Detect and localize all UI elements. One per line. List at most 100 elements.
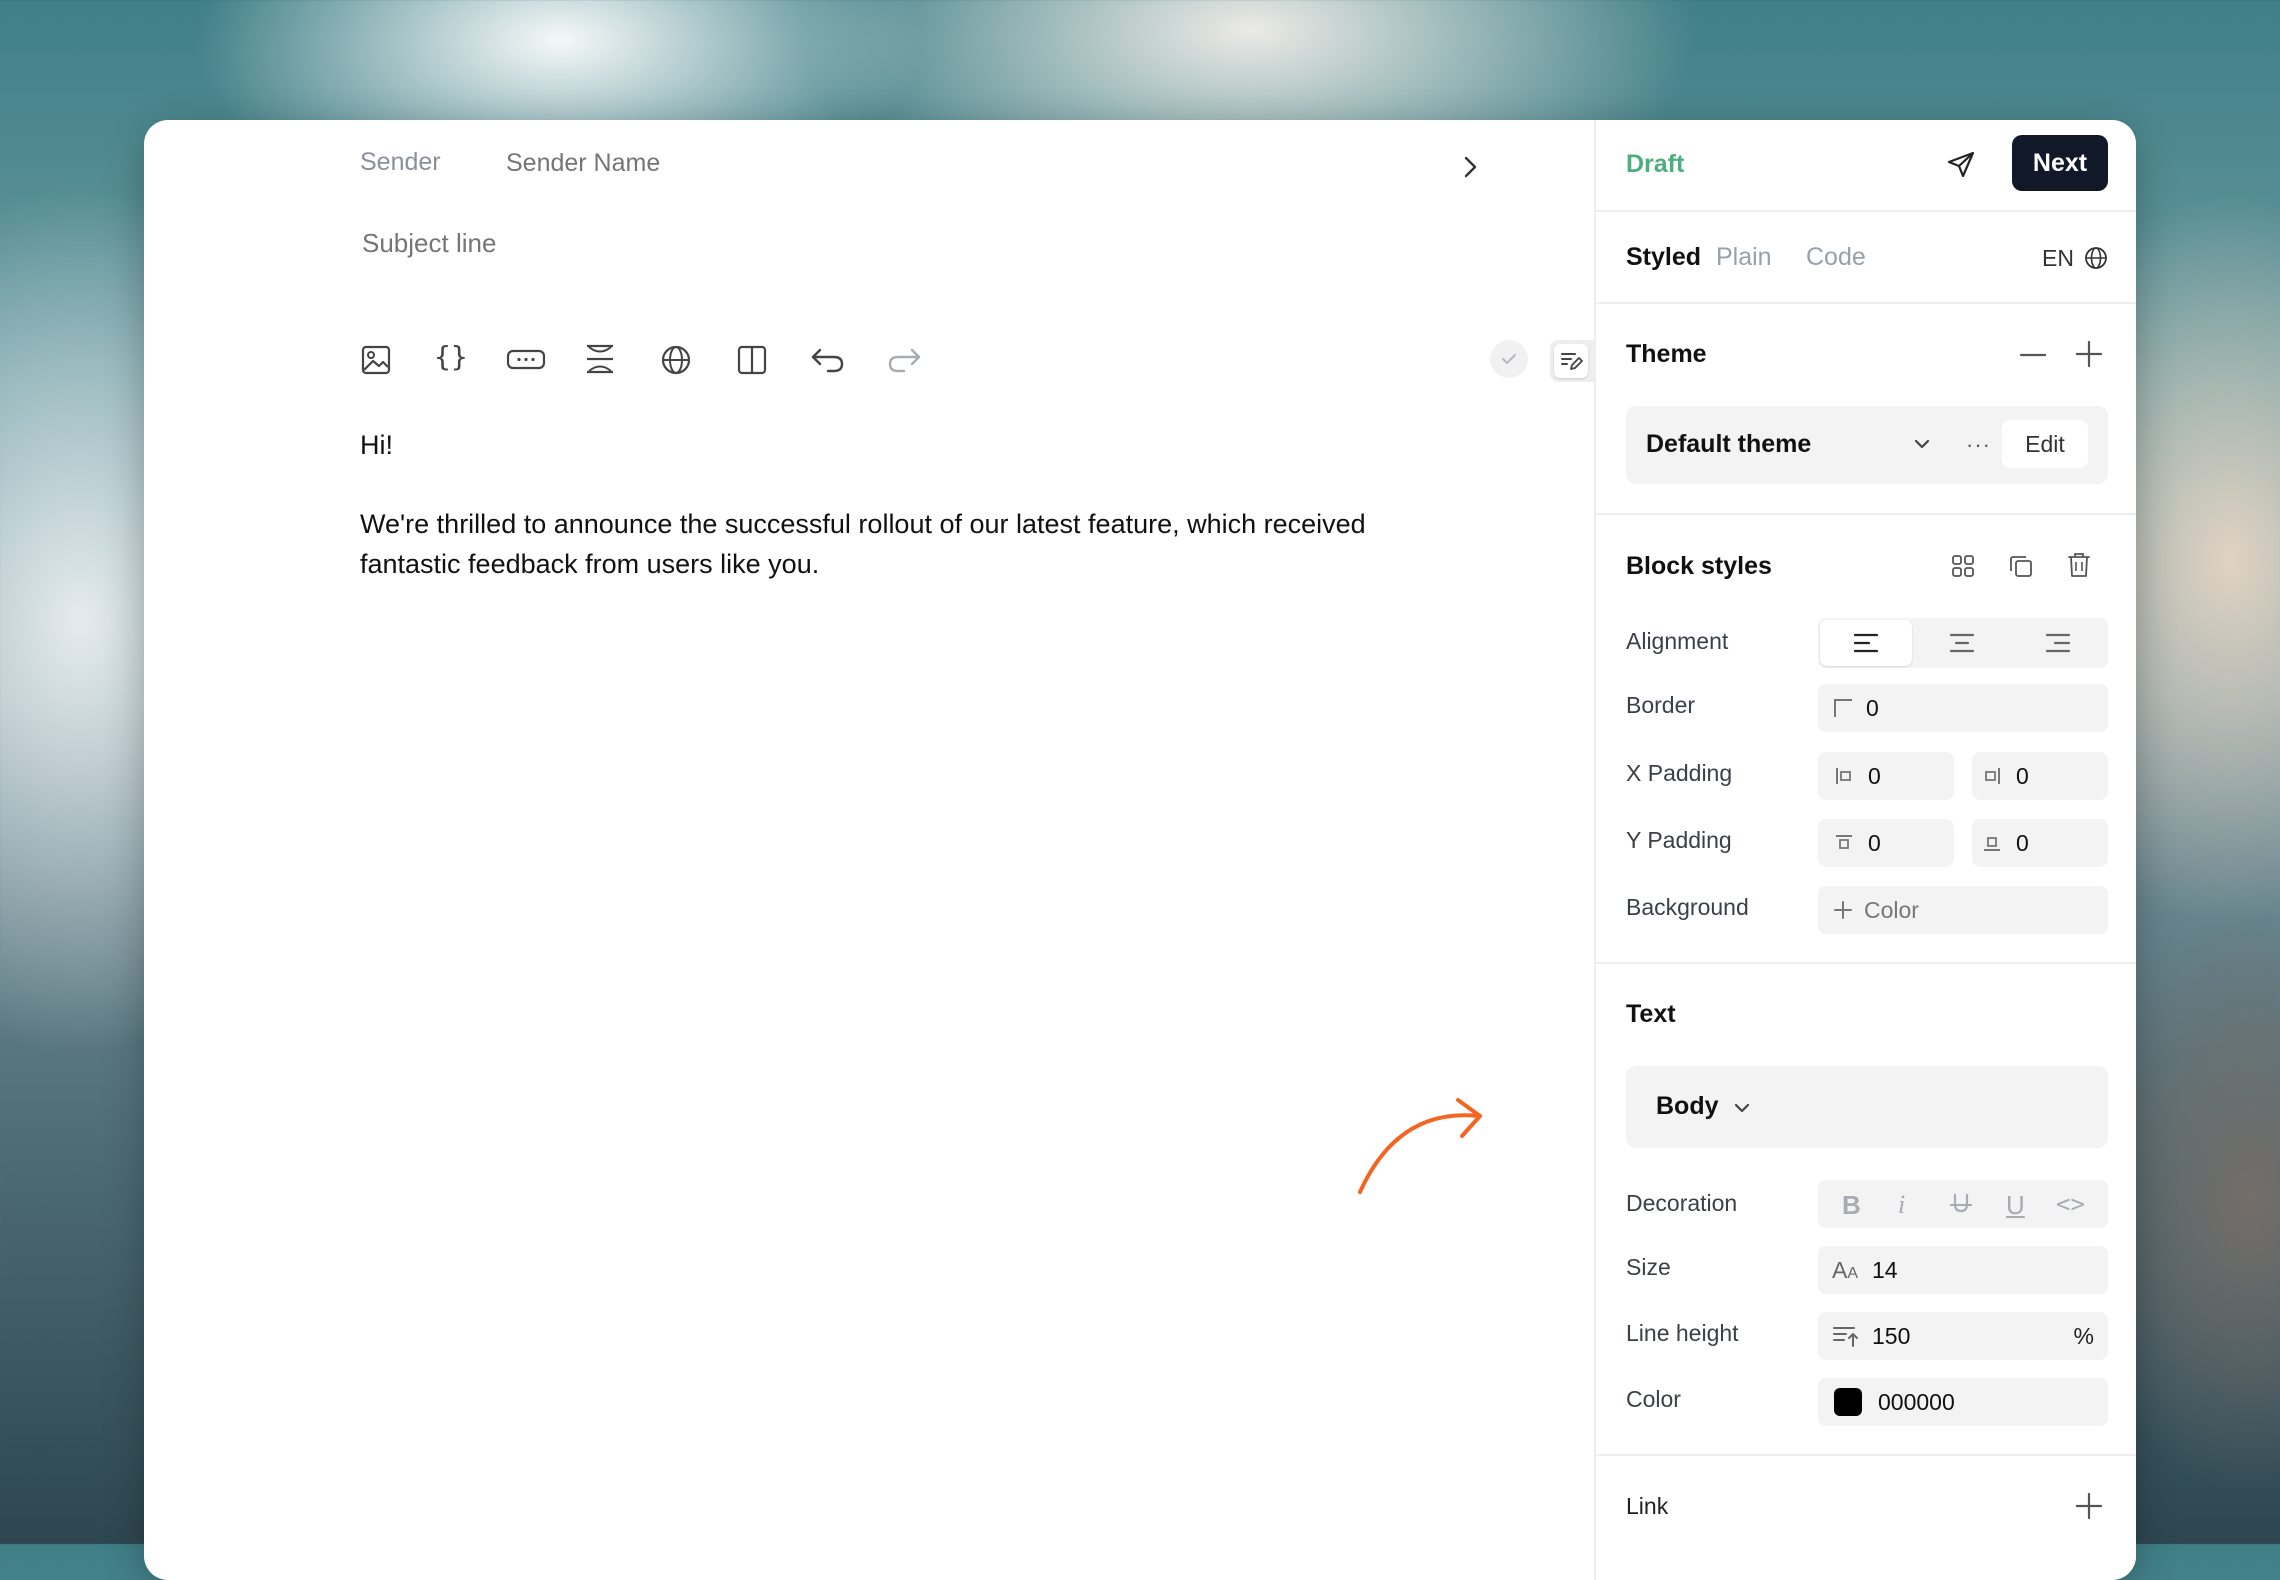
align-left-button[interactable] [1820,620,1912,666]
tab-plain[interactable]: Plain [1716,243,1772,272]
x-padding-label: X Padding [1626,760,1733,786]
border-value: 0 [1866,694,1879,721]
align-right-icon [2045,632,2071,654]
align-center-button[interactable] [1916,620,2008,666]
sender-name-input[interactable] [504,142,1068,184]
chevron-down-icon[interactable] [1914,438,1930,450]
plus-icon[interactable] [2076,1493,2102,1519]
chevron-right-icon[interactable] [1462,156,1480,178]
underline-button[interactable]: U [2006,1190,2025,1221]
draft-status: Draft [1626,150,1685,178]
next-button[interactable]: Next [2012,135,2108,191]
alignment-control [1818,618,2108,668]
background-label: Background [1626,894,1749,920]
color-label: Color [1626,1386,1681,1412]
divider-block-icon[interactable] [584,342,616,376]
y-padding-top-field[interactable]: 0 [1818,819,1954,867]
x-padding-right-value: 0 [2016,762,2029,789]
email-paragraph-line-1[interactable]: We're thrilled to announce the successfu… [360,504,1366,544]
divider [1596,302,2136,304]
background-color-field[interactable]: Color [1818,886,2108,934]
globe-icon[interactable] [2084,246,2108,270]
y-padding-top-value: 0 [1868,829,1881,856]
text-color-value: 000000 [1878,1388,1955,1415]
alignment-label: Alignment [1626,628,1729,654]
plus-icon [1834,901,1852,919]
size-value: 14 [1872,1256,1898,1283]
divider [1596,962,2136,964]
align-right-button[interactable] [2012,620,2104,666]
copy-icon[interactable] [2008,553,2034,579]
align-center-icon [1949,632,1975,654]
line-height-field[interactable]: 150 % [1818,1312,2108,1360]
tab-code[interactable]: Code [1806,243,1866,272]
subject-line-input[interactable] [360,220,1264,266]
theme-selected: Default theme [1646,430,1812,458]
strikethrough-icon[interactable] [1948,1192,1974,1218]
align-left-icon [1853,632,1879,654]
line-height-unit: % [2073,1322,2094,1349]
braces-icon[interactable]: {} [434,340,468,373]
line-height-value: 150 [1872,1322,1911,1349]
border-corner-icon [1834,699,1852,717]
tab-styled[interactable]: Styled [1626,243,1701,272]
grid-icon[interactable] [1950,553,1976,579]
image-icon[interactable] [360,344,392,376]
background-color-value: Color [1864,896,1919,923]
y-padding-bottom-field[interactable]: 0 [1972,819,2108,867]
size-label: Size [1626,1254,1671,1280]
sender-label: Sender [360,148,441,176]
decoration-label: Decoration [1626,1190,1738,1216]
check-status-icon [1490,340,1528,378]
border-field[interactable]: 0 [1818,684,2108,732]
italic-button[interactable]: i [1898,1190,1905,1220]
theme-selector[interactable]: Default theme ··· Edit [1626,406,2108,484]
font-size-icon: AA [1832,1256,1859,1283]
theme-edit-button[interactable]: Edit [2002,420,2088,468]
color-swatch[interactable] [1834,1388,1862,1416]
email-editor-window: Sender {} [144,120,2136,1580]
y-padding-bottom-value: 0 [2016,829,2029,856]
code-button[interactable]: <> [2056,1190,2085,1218]
minus-icon[interactable] [2020,353,2046,357]
redo-icon[interactable] [886,346,922,374]
size-field[interactable]: AA 14 [1818,1246,2108,1294]
editor-area: Sender {} [144,120,1626,1580]
text-style-selector[interactable]: Body [1626,1066,2108,1148]
x-padding-right-field[interactable]: 0 [1972,752,2108,800]
button-block-icon[interactable] [506,348,546,372]
columns-icon[interactable] [736,344,768,376]
pencil-lines-icon [1559,349,1583,373]
divider [1596,1454,2136,1456]
email-paragraph-line-2[interactable]: fantastic feedback from users like you. [360,544,819,584]
block-styles-title: Block styles [1626,552,1772,580]
bold-button[interactable]: B [1842,1190,1861,1221]
y-padding-label: Y Padding [1626,827,1732,853]
theme-title: Theme [1626,340,1707,368]
divider [1596,513,2136,515]
edit-mode-toggle-knob [1554,344,1588,378]
settings-panel: Draft Next Styled Plain Code EN Theme De… [1594,120,2136,1580]
orange-arrow-icon [1354,1090,1494,1200]
x-padding-left-field[interactable]: 0 [1818,752,1954,800]
padding-top-icon [1834,833,1854,853]
chevron-down-icon [1734,1102,1750,1114]
padding-bottom-icon [1982,833,2002,853]
email-greeting[interactable]: Hi! [360,425,393,465]
undo-icon[interactable] [810,346,846,374]
more-options-icon[interactable]: ··· [1966,432,1991,458]
link-title: Link [1626,1493,1669,1519]
text-title: Text [1626,1000,1676,1028]
line-height-label: Line height [1626,1320,1739,1346]
globe-icon[interactable] [660,344,692,376]
language-select[interactable]: EN [2042,245,2074,272]
text-color-field[interactable]: 000000 [1818,1378,2108,1426]
padding-left-icon [1834,766,1854,786]
send-icon[interactable] [1946,150,1976,180]
border-label: Border [1626,692,1696,718]
x-padding-left-value: 0 [1868,762,1881,789]
text-style-value: Body [1656,1092,1719,1120]
trash-icon[interactable] [2066,551,2092,579]
plus-icon[interactable] [2076,341,2102,367]
divider [1596,210,2136,212]
